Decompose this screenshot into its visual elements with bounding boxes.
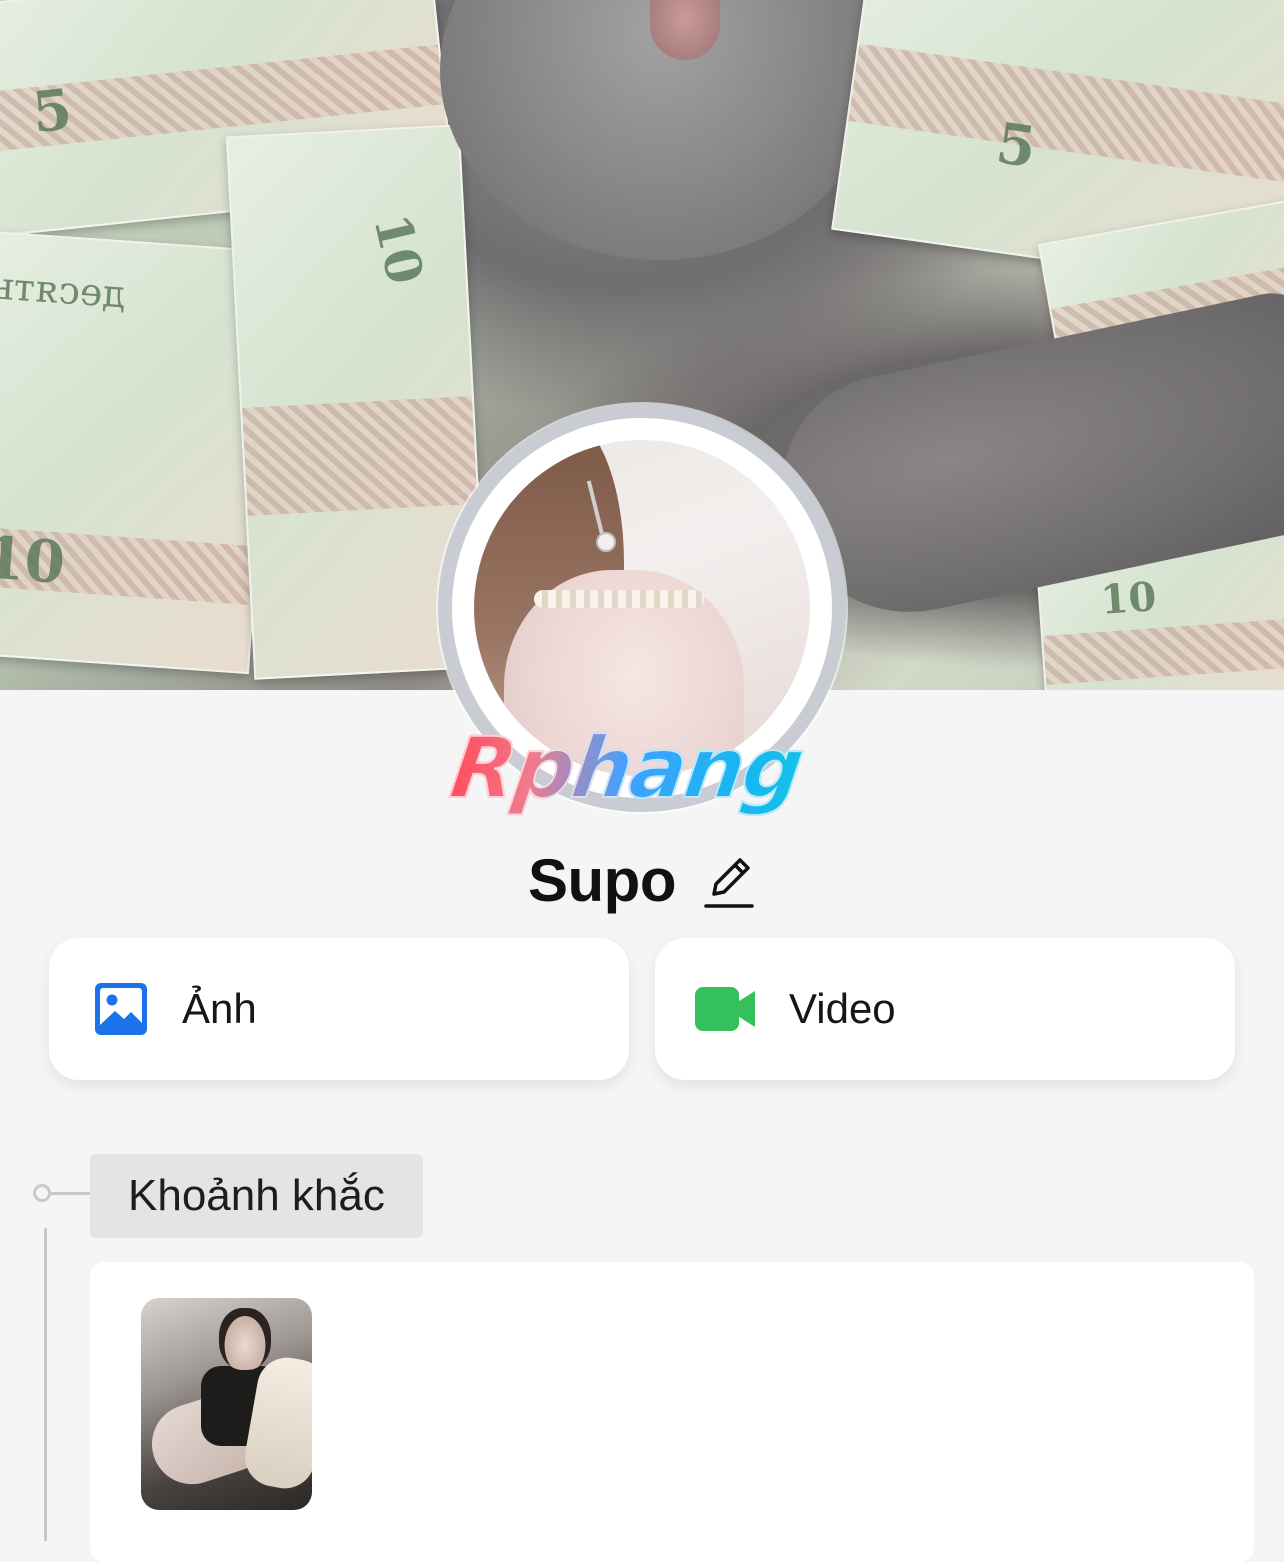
videos-button[interactable]: Video [655,938,1235,1080]
timeline-line [44,1228,47,1541]
watermark-logo: Rphang [444,718,849,818]
moment-thumbnail[interactable] [141,1298,312,1510]
profile-name-row: Supo [0,840,1284,920]
profile-name: Supo [528,846,676,914]
videos-label: Video [789,985,896,1032]
timeline-connector [51,1192,91,1195]
moments-section-label: Khoảnh khắc [90,1154,423,1238]
video-camera-icon [695,980,757,1038]
photos-button[interactable]: Ảnh [49,938,629,1080]
photos-label: Ảnh [182,985,257,1032]
pencil-icon[interactable] [702,850,756,910]
timeline-dot [33,1184,51,1202]
photo-icon [92,980,150,1038]
